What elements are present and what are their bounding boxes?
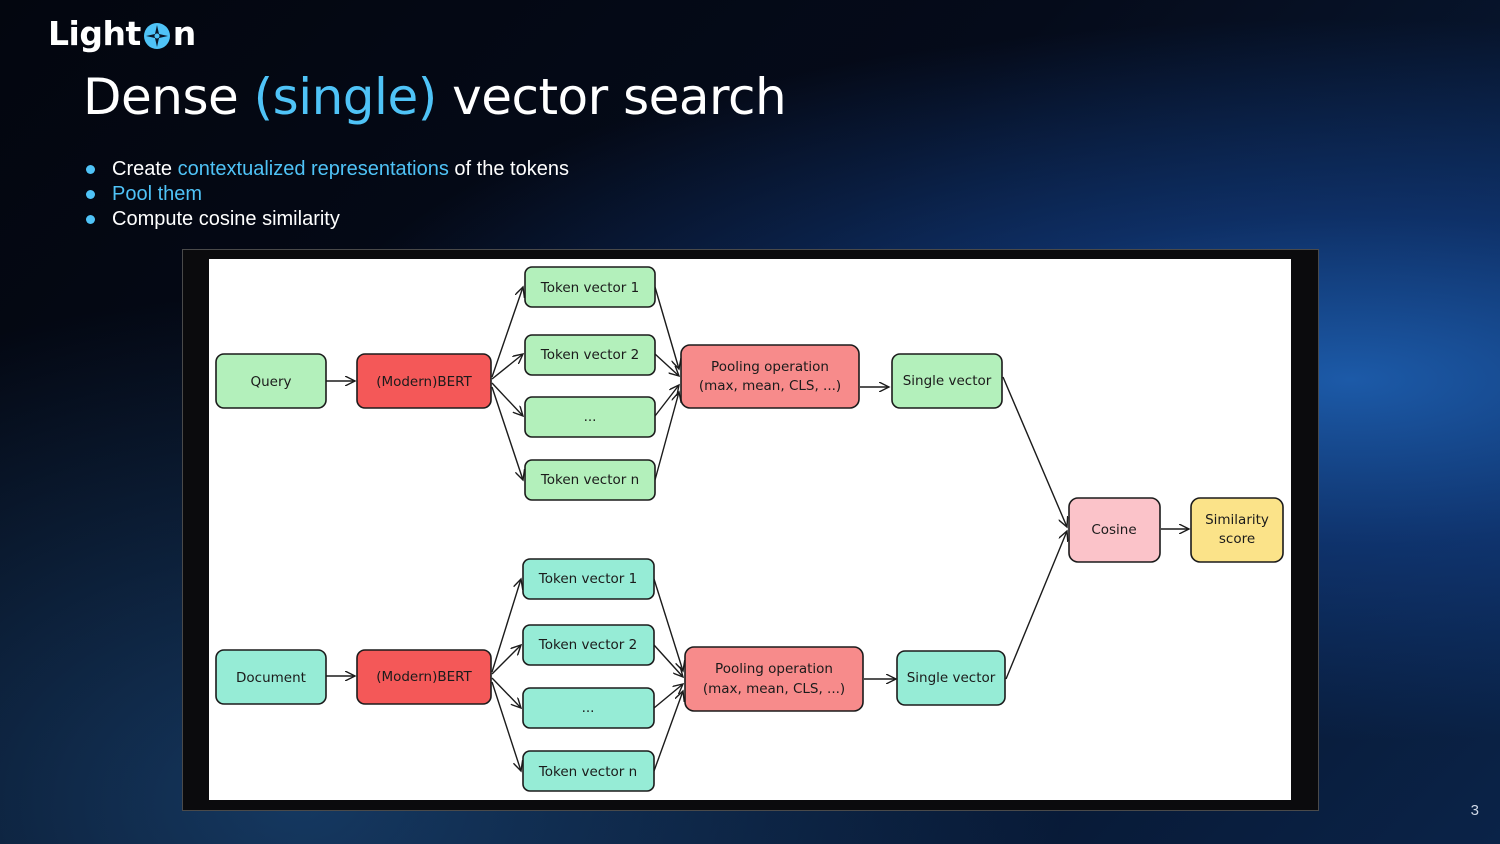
single-vector-label: Single vector [907,670,996,686]
query-token-vector-n: Token vector n [524,459,656,501]
query-pooling-box: Pooling operation (max, mean, CLS, ...) [680,344,860,409]
star-icon [142,20,172,50]
bullet-highlight: contextualized representations [177,158,449,180]
query-token-ellipsis: ... [524,396,656,438]
bullet-item: Create contextualized representations of… [84,157,569,182]
document-single-vector-box: Single vector [896,650,1006,706]
query-bert-label: (Modern)BERT [376,374,472,390]
bullet-item: Compute cosine similarity [84,207,569,232]
diagram-canvas: Query (Modern)BERT Token vector 1 Token … [209,259,1291,800]
token-label: Token vector 2 [540,347,639,363]
cosine-label: Cosine [1091,522,1136,538]
bullet-text: Create [112,158,178,180]
query-bert-box: (Modern)BERT [356,353,492,409]
title-part-2: vector search [436,68,787,126]
logo-text-right: n [172,14,197,53]
page-number: 3 [1470,802,1479,819]
title-part-1: Dense [83,68,254,126]
score-label-line-2: score [1219,531,1255,547]
query-token-vector-1: Token vector 1 [524,266,656,308]
document-pooling-box: Pooling operation (max, mean, CLS, ...) [684,646,864,712]
document-token-vector-1: Token vector 1 [522,558,655,600]
pooling-label-line-1: Pooling operation [711,359,829,375]
document-label: Document [236,670,306,686]
query-single-vector-box: Single vector [891,353,1003,409]
bullet-item: Pool them [84,182,569,207]
dense-search-diagram: Query (Modern)BERT Token vector 1 Token … [215,266,1284,792]
token-label: Token vector n [538,764,637,780]
score-label-line-1: Similarity [1205,512,1269,528]
token-label: Token vector n [540,472,639,488]
query-label: Query [250,374,291,390]
cosine-box: Cosine [1068,497,1161,563]
token-label: Token vector 1 [538,571,637,587]
bullet-list: Create contextualized representations of… [84,157,569,232]
similarity-score-box: Similarity score [1190,497,1284,563]
bullet-text: of the tokens [448,158,569,180]
pooling-label-line-1: Pooling operation [715,661,833,677]
slide-title: Dense (single) vector search [83,68,787,126]
document-input-box: Document [215,649,327,705]
document-bert-box: (Modern)BERT [356,649,492,705]
title-highlight: (single) [253,68,438,126]
lighton-logo: Light n [48,14,196,53]
token-label: ... [584,409,597,425]
query-input-box: Query [215,353,327,409]
pooling-label-line-2: (max, mean, CLS, ...) [703,681,845,697]
query-token-vector-2: Token vector 2 [524,334,656,376]
token-label: Token vector 1 [540,280,639,296]
bullet-highlight: Pool them [112,183,203,205]
token-label: Token vector 2 [538,637,637,653]
pooling-label-line-2: (max, mean, CLS, ...) [699,378,841,394]
bullet-text: Compute cosine similarity [112,208,340,230]
single-vector-label: Single vector [903,373,992,389]
document-token-ellipsis: ... [522,687,655,729]
document-token-vector-n: Token vector n [522,750,655,792]
token-label: ... [582,700,595,716]
document-token-vector-2: Token vector 2 [522,624,655,666]
logo-text-left: Light [48,14,141,53]
document-bert-label: (Modern)BERT [376,669,472,685]
